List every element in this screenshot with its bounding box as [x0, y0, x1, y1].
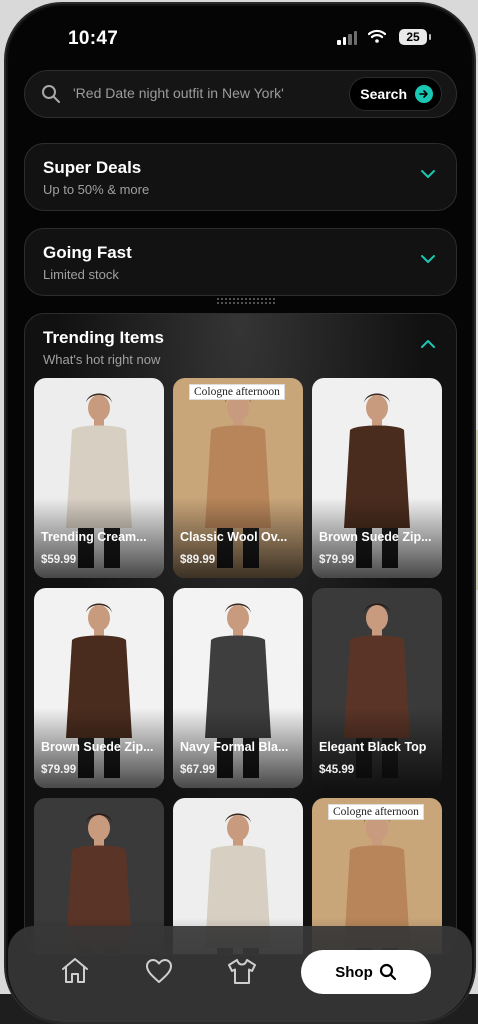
wifi-icon — [368, 29, 386, 43]
search-button-label: Search — [360, 86, 407, 102]
status-bar: 10:47 25 — [6, 4, 474, 64]
shop-button[interactable]: Shop — [301, 950, 431, 994]
product-card[interactable]: Brown Suede Zip... $79.99 — [312, 378, 442, 578]
product-price: $67.99 — [180, 764, 216, 776]
heart-icon[interactable] — [145, 958, 173, 984]
search-input[interactable]: 'Red Date night outfit in New York' — [73, 85, 284, 101]
product-card[interactable]: Trending Cream... $59.99 — [34, 378, 164, 578]
product-card[interactable]: Brown Suede Zip... $79.99 — [34, 588, 164, 788]
chevron-down-icon[interactable] — [420, 169, 436, 179]
product-name: Classic Wool Ov... — [180, 530, 288, 544]
section-super-deals[interactable]: Super Deals Up to 50% & more — [24, 143, 457, 211]
battery-icon: 25 — [399, 29, 431, 45]
product-price: $45.99 — [319, 764, 355, 776]
chevron-down-icon[interactable] — [420, 254, 436, 264]
section-title: Going Fast — [43, 243, 132, 262]
product-card[interactable]: Navy Formal Bla... $67.99 — [173, 588, 303, 788]
glitter-decoration — [216, 297, 276, 305]
cellular-signal-icon — [337, 31, 357, 45]
shop-button-label: Shop — [335, 963, 373, 981]
status-time: 10:47 — [68, 28, 119, 49]
phone-frame: 10:47 25 'Red Date night outfit in New Y… — [4, 2, 476, 1024]
product-price: $89.99 — [180, 554, 216, 566]
product-name: Brown Suede Zip... — [319, 530, 432, 544]
product-name: Trending Cream... — [41, 530, 147, 544]
section-going-fast[interactable]: Going Fast Limited stock — [24, 228, 457, 296]
product-price: $59.99 — [41, 554, 77, 566]
product-image-caption: Cologne afternoon — [328, 804, 424, 820]
section-subtitle: Up to 50% & more — [43, 182, 150, 197]
product-price: $79.99 — [41, 764, 77, 776]
search-icon — [42, 85, 60, 103]
home-icon[interactable] — [60, 956, 90, 984]
search-button[interactable]: Search — [349, 77, 442, 111]
product-name: Brown Suede Zip... — [41, 740, 154, 754]
chevron-up-icon[interactable] — [420, 339, 436, 349]
arrow-right-icon — [415, 85, 433, 103]
search-bar[interactable]: 'Red Date night outfit in New York' Sear… — [24, 70, 457, 118]
product-price: $79.99 — [319, 554, 355, 566]
search-icon — [379, 963, 396, 981]
section-title: Trending Items — [43, 328, 164, 347]
product-name: Elegant Black Top — [319, 740, 427, 754]
section-trending-items: Trending Items What's hot right now Tren… — [24, 313, 457, 955]
bottom-nav: Shop — [8, 926, 472, 1022]
product-card[interactable]: Cologne afternoon Classic Wool Ov... $89.9… — [173, 378, 303, 578]
section-title: Super Deals — [43, 158, 142, 177]
product-name: Navy Formal Bla... — [180, 740, 289, 754]
section-subtitle: Limited stock — [43, 267, 119, 282]
section-subtitle: What's hot right now — [43, 352, 161, 367]
product-card[interactable]: Elegant Black Top $45.99 — [312, 588, 442, 788]
product-image-caption: Cologne afternoon — [189, 384, 285, 400]
shirt-icon[interactable] — [226, 957, 258, 985]
